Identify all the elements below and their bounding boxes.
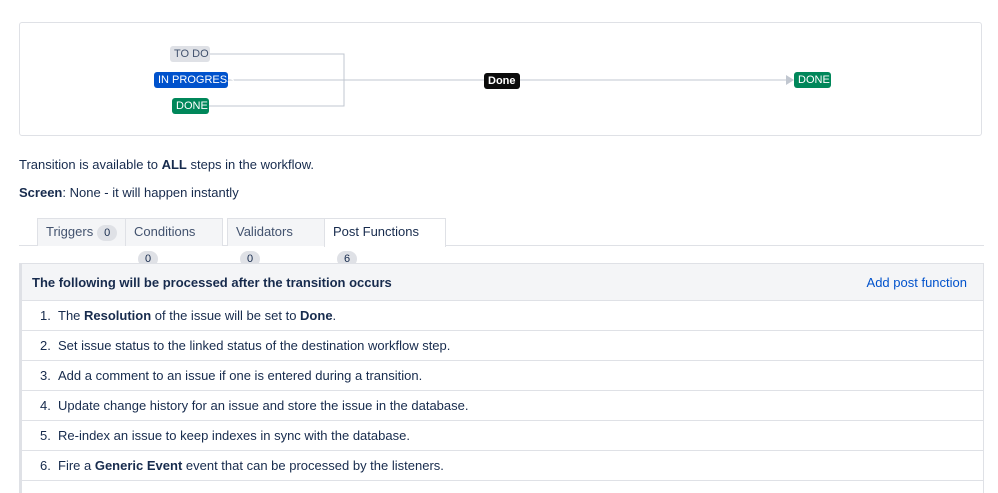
row-number: 4.	[40, 398, 51, 413]
row-number: 5.	[40, 428, 51, 443]
row-number: 6.	[40, 458, 51, 473]
tab-label: Validators	[236, 224, 293, 239]
availability-bold: ALL	[161, 157, 187, 172]
row-text: .	[332, 308, 337, 323]
row-text: event that can be processed by the liste…	[182, 458, 444, 473]
row-bold: Generic Event	[94, 458, 183, 473]
post-function-row: 3. Add a comment to an issue if one is en…	[22, 361, 983, 391]
panel-header: The following will be processed after th…	[22, 264, 983, 301]
tab-label: Conditions	[134, 224, 196, 239]
workflow-diagram: TO DO IN PROGRESS DONE Done DONE	[19, 22, 982, 136]
row-number: 2.	[40, 338, 51, 353]
panel-title: The following will be processed after th…	[32, 274, 392, 290]
availability-text: Transition is available to ALL steps in …	[19, 157, 314, 172]
add-post-function-link[interactable]: Add post function	[867, 275, 967, 290]
post-function-row: 1. The Resolution of the issue will be se…	[22, 301, 983, 331]
availability-prefix: Transition is available to	[19, 157, 162, 172]
availability-suffix: steps in the workflow.	[186, 157, 315, 172]
arrow-head-icon	[786, 75, 794, 85]
tab-post-functions[interactable]: Post Functions6	[324, 218, 446, 267]
row-number: 1.	[40, 308, 51, 323]
post-function-row: 2. Set issue status to the linked status …	[22, 331, 983, 361]
tab-label: Triggers	[46, 224, 94, 239]
post-functions-panel: The following will be processed after th…	[19, 263, 984, 493]
target-step-done: DONE	[794, 72, 831, 88]
row-text: of the issue will be set to	[151, 308, 301, 323]
row-number: 3.	[40, 368, 51, 383]
row-text: Fire a	[58, 458, 95, 473]
transition-tabs: Triggers 0 Conditions0 Validators0 Post F…	[19, 218, 984, 267]
screen-value: : None - it will happen instantly	[62, 185, 239, 200]
screen-label: Screen	[19, 185, 63, 200]
row-text: Re-index an issue to keep indexes in syn…	[58, 428, 410, 443]
post-function-row: 5. Re-index an issue to keep indexes in s…	[22, 421, 983, 451]
tab-count-badge: 0	[97, 225, 118, 241]
step-done: DONE	[172, 98, 209, 114]
row-text: Update change history for an issue and s…	[58, 398, 469, 413]
row-bold: Done	[300, 308, 333, 323]
step-todo: TO DO	[170, 46, 210, 62]
tab-label: Post Functions	[333, 224, 419, 239]
tab-triggers[interactable]: Triggers 0	[37, 218, 135, 246]
row-text: Set issue status to the linked status of…	[58, 338, 451, 353]
post-function-row: 4. Update change history for an issue and…	[22, 391, 983, 421]
tab-validators[interactable]: Validators0	[227, 218, 325, 267]
post-function-row: 6. Fire a Generic Event event that can be…	[22, 451, 983, 481]
screen-text: Screen: None - it will happen instantly	[19, 185, 239, 200]
transition-label: Done	[484, 73, 520, 89]
tab-conditions[interactable]: Conditions0	[125, 218, 223, 267]
row-text: Add a comment to an issue if one is ente…	[58, 368, 423, 383]
step-in-progress: IN PROGRESS	[154, 72, 234, 88]
row-text: The	[58, 308, 85, 323]
row-bold: Resolution	[84, 308, 152, 323]
